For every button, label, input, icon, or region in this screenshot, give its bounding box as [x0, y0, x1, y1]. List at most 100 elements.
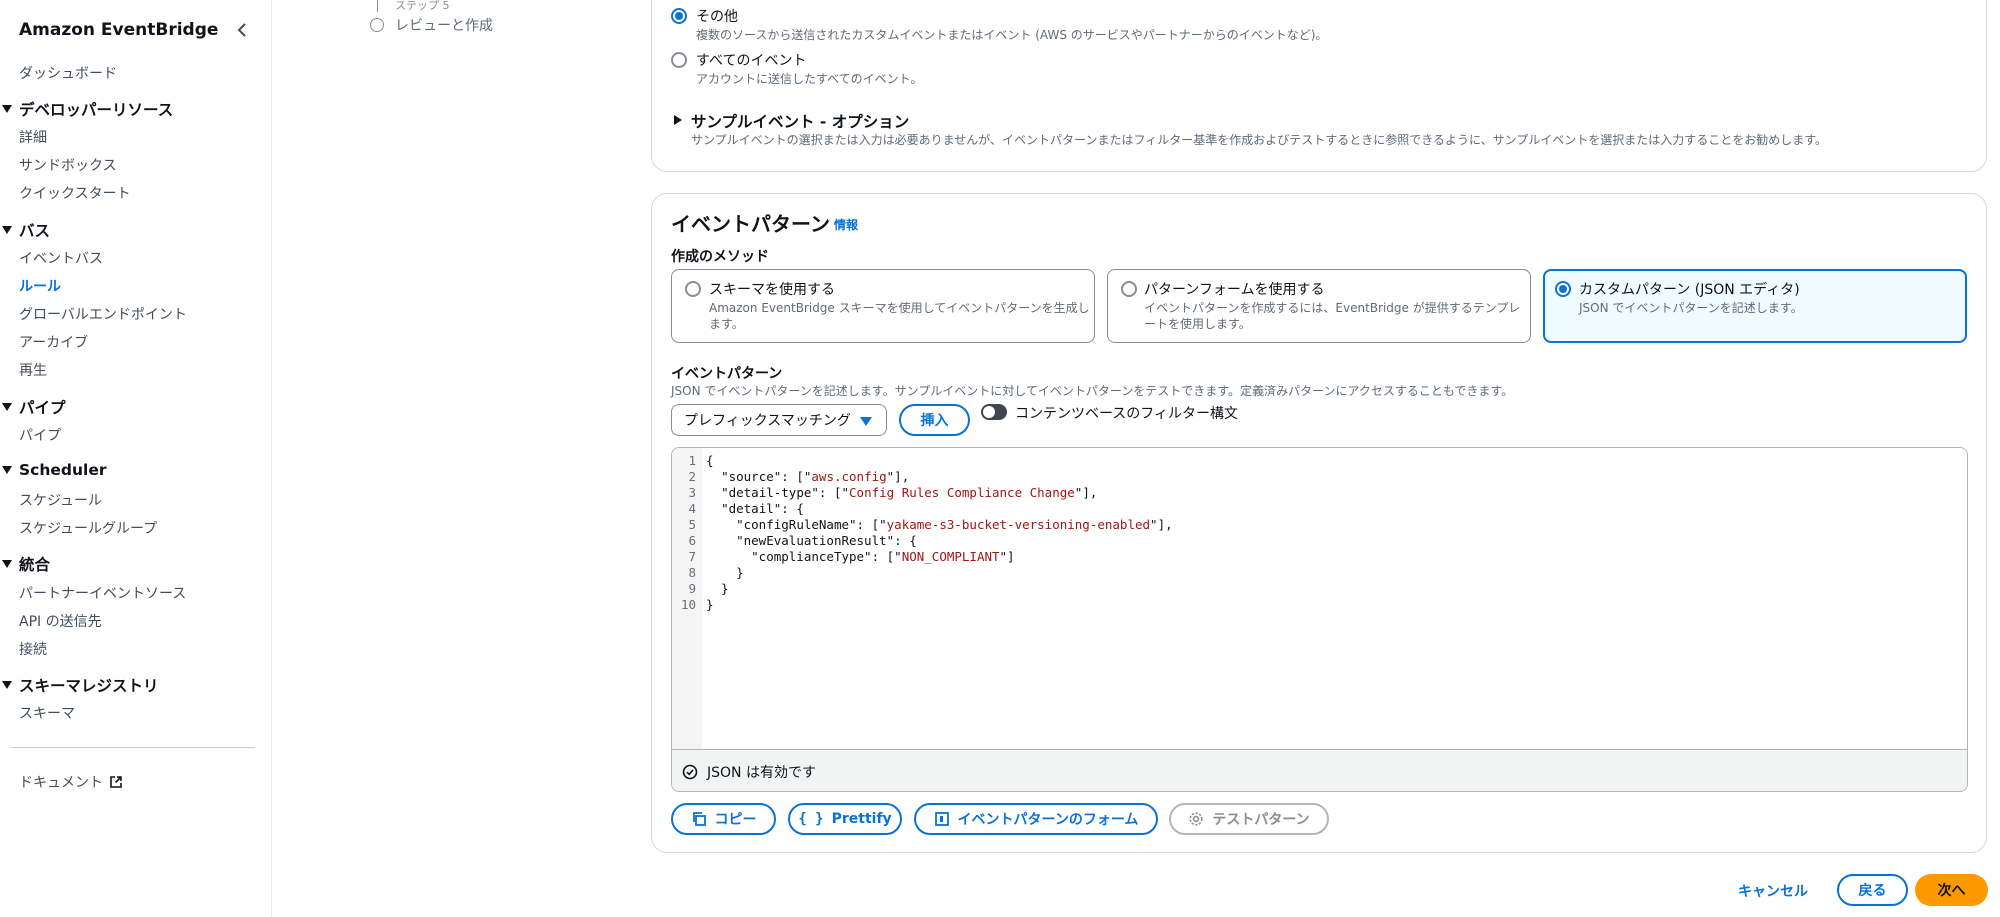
option-other-description: 複数のソースから送信されたカスタムイベントまたはイベント (AWS のサービスや…: [696, 28, 1328, 42]
creation-method-label: 作成のメソッド: [671, 249, 769, 265]
sidebar-section-integration[interactable]: 統合: [2, 553, 50, 575]
tile-title: カスタムパターン (JSON エディタ): [1579, 282, 1800, 298]
json-code-editor[interactable]: 1 2 3 4 5 6 7 8 9 10 { "source": ["aws.c…: [671, 447, 1968, 792]
sidebar-section-scheduler[interactable]: Scheduler: [2, 461, 107, 479]
sidebar-item-partner-event-sources[interactable]: パートナーイベントソース: [19, 583, 186, 603]
copy-button[interactable]: コピー: [671, 803, 776, 835]
section-label: Scheduler: [19, 461, 107, 479]
expand-triangle-icon: [2, 403, 12, 411]
line-number: 4: [688, 501, 696, 516]
option-all-events-title[interactable]: すべてのイベント: [696, 50, 806, 70]
validation-status-bar: JSON は有効です: [672, 749, 1967, 791]
sidebar-item-event-bus[interactable]: イベントバス: [19, 248, 103, 268]
sidebar-section-pipes[interactable]: パイプ: [2, 396, 66, 418]
sidebar-item-archive[interactable]: アーカイブ: [19, 332, 88, 352]
code-line: }: [706, 565, 744, 580]
sidebar-item-sandbox[interactable]: サンドボックス: [19, 155, 117, 175]
radio-other[interactable]: [671, 8, 687, 24]
sidebar-item-global-endpoints[interactable]: グローバルエンドポイント: [19, 304, 187, 324]
copy-icon: [692, 812, 706, 826]
code-line: "newEvaluationResult": {: [736, 533, 917, 548]
code-line: }: [706, 597, 714, 612]
code-line: "complianceType": ["NON_COMPLIANT"]: [751, 549, 1015, 564]
section-label: 統合: [19, 556, 51, 574]
side-navigation: Amazon EventBridge ダッシュボード デベロッパーリソース 詳細…: [0, 0, 272, 917]
line-number: 1: [688, 453, 696, 468]
sidebar-item-rules[interactable]: ルール: [19, 276, 61, 296]
test-pattern-button[interactable]: テストパターン: [1169, 803, 1329, 835]
tile-description-line-1: イベントパターンを作成するには、EventBridge が提供するテンプレ: [1144, 301, 1521, 315]
section-label: デベロッパーリソース: [19, 101, 174, 119]
sidebar-section-developer[interactable]: デベロッパーリソース: [2, 98, 173, 120]
tile-custom-pattern-json[interactable]: カスタムパターン (JSON エディタ) JSON でイベントパターンを記述しま…: [1543, 269, 1967, 343]
radio-all-events[interactable]: [671, 52, 687, 68]
next-button[interactable]: 次へ: [1915, 874, 1988, 906]
code-line: }: [706, 581, 729, 596]
line-number: 10: [680, 597, 696, 612]
sidebar-item-schedules[interactable]: スケジュール: [19, 490, 102, 510]
code-line: "configRuleName": ["yakame-s3-bucket-ver…: [736, 517, 1173, 532]
code-line: "detail-type": ["Config Rules Compliance…: [721, 485, 1098, 500]
back-button[interactable]: 戻る: [1837, 874, 1908, 906]
content-filter-toggle[interactable]: [981, 404, 1007, 420]
code-text-area[interactable]: { "source": ["aws.config"], "detail-type…: [702, 448, 1967, 749]
event-pattern-editor-label: イベントパターン: [671, 366, 783, 382]
documentation-link[interactable]: ドキュメント: [19, 772, 123, 792]
sidebar-item-replay[interactable]: 再生: [19, 360, 47, 380]
sidebar-item-details[interactable]: 詳細: [19, 127, 47, 147]
sidebar-item-pipes[interactable]: パイプ: [19, 425, 61, 445]
tile-description-line-1: Amazon EventBridge スキーマを使用してイベントパターンを生成し: [709, 301, 1090, 315]
sidebar-item-schemas[interactable]: スキーマ: [19, 703, 75, 723]
service-title[interactable]: Amazon EventBridge: [19, 20, 218, 40]
insert-button[interactable]: 挿入: [899, 404, 970, 436]
braces-icon: { }: [798, 811, 824, 827]
expand-triangle-icon: [2, 105, 12, 113]
sidebar-item-schedule-groups[interactable]: スケジュールグループ: [19, 518, 157, 538]
radio-custom-pattern[interactable]: [1555, 281, 1571, 297]
expand-triangle-icon: [2, 681, 12, 689]
sidebar-section-schema-registry[interactable]: スキーマレジストリ: [2, 674, 159, 696]
dropdown-caret-icon: [860, 417, 872, 426]
info-link[interactable]: 情報: [834, 216, 858, 233]
tile-title: パターンフォームを使用する: [1144, 282, 1325, 298]
line-number: 8: [688, 565, 696, 580]
sidebar-item-api-destinations[interactable]: API の送信先: [19, 611, 102, 631]
matching-type-select[interactable]: プレフィックスマッチング: [671, 404, 887, 436]
expand-triangle-icon: [2, 560, 12, 568]
select-value: プレフィックスマッチング: [684, 413, 851, 429]
check-circle-icon: [682, 764, 698, 779]
section-label: スキーマレジストリ: [19, 677, 159, 695]
sidebar-section-bus[interactable]: バス: [2, 219, 50, 241]
tile-description-line-2: ます。: [709, 317, 744, 331]
expand-triangle-icon: [2, 226, 12, 234]
radio-use-schema[interactable]: [685, 281, 701, 297]
radio-use-pattern-form[interactable]: [1121, 281, 1137, 297]
option-other-title[interactable]: その他: [696, 6, 738, 26]
external-link-icon: [110, 776, 122, 788]
test-pattern-button-label: テストパターン: [1212, 812, 1310, 828]
tile-use-schema[interactable]: スキーマを使用する Amazon EventBridge スキーマを使用してイベ…: [671, 269, 1095, 343]
tile-use-pattern-form[interactable]: パターンフォームを使用する イベントパターンを作成するには、EventBridg…: [1107, 269, 1531, 343]
step-review-and-create[interactable]: レビューと作成: [395, 15, 493, 35]
validation-status-text: JSON は有効です: [707, 764, 816, 781]
sample-event-description: サンプルイベントの選択または入力は必要ありませんが、イベントパターンまたはフィル…: [691, 133, 1828, 147]
sidebar-item-connections[interactable]: 接続: [19, 639, 47, 659]
tile-description-line-2: ートを使用します。: [1144, 317, 1251, 331]
sidebar-item-dashboard[interactable]: ダッシュボード: [19, 63, 117, 83]
prettify-button[interactable]: { } Prettify: [788, 803, 902, 835]
event-pattern-editor-description: JSON でイベントパターンを記述します。サンプルイベントに対してイベントパター…: [671, 384, 1514, 398]
copy-button-label: コピー: [714, 812, 757, 828]
cancel-button[interactable]: キャンセル: [1738, 881, 1808, 901]
step-indicator-icon: [370, 18, 384, 32]
event-pattern-form-button[interactable]: イベントパターンのフォーム: [914, 803, 1158, 835]
code-line: {: [706, 453, 714, 468]
line-number: 5: [688, 517, 696, 532]
sample-event-header[interactable]: サンプルイベント - オプション: [691, 110, 909, 132]
event-pattern-form-button-label: イベントパターンのフォーム: [957, 812, 1139, 828]
line-number: 7: [688, 549, 696, 564]
expand-caret-icon[interactable]: [674, 115, 682, 125]
event-pattern-heading: イベントパターン: [671, 212, 830, 236]
collapse-sidebar-icon[interactable]: [234, 18, 250, 42]
tile-title: スキーマを使用する: [709, 282, 835, 298]
sidebar-item-quickstart[interactable]: クイックスタート: [19, 183, 131, 203]
